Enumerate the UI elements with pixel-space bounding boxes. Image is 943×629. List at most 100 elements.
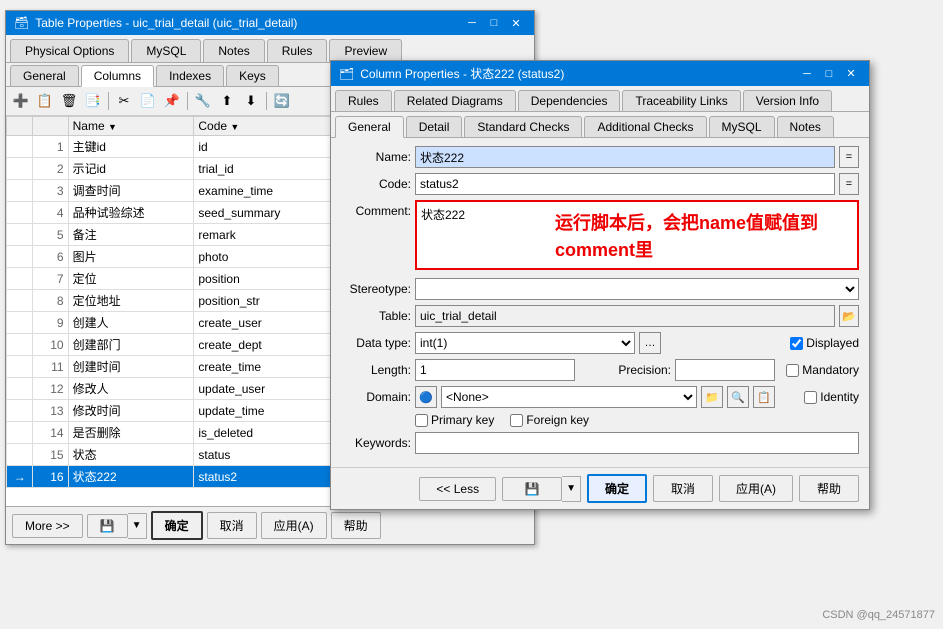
tab-preview[interactable]: Preview xyxy=(329,39,402,62)
col-header-code[interactable]: Code ▼ xyxy=(194,117,345,136)
identity-check-label[interactable]: Identity xyxy=(804,390,859,404)
foreign-key-label[interactable]: Foreign key xyxy=(510,413,589,427)
displayed-checkbox[interactable] xyxy=(790,337,803,350)
tab-mysql[interactable]: MySQL xyxy=(131,39,201,62)
domain-browse-button-1[interactable]: 📁 xyxy=(701,386,723,408)
dialog-minimize-button[interactable]: ─ xyxy=(797,66,817,82)
name-expand-button[interactable]: = xyxy=(839,146,859,168)
identity-label: Identity xyxy=(820,390,859,404)
dtab-rules[interactable]: Rules xyxy=(335,90,392,111)
dialog-close-button[interactable]: ✕ xyxy=(841,66,861,82)
dialog-help-button[interactable]: 帮助 xyxy=(799,475,859,502)
comment-input[interactable]: 状态222 xyxy=(415,200,859,270)
tab-physical-options[interactable]: Physical Options xyxy=(10,39,129,62)
tab-keys[interactable]: Keys xyxy=(226,65,279,86)
dtab-related-diagrams[interactable]: Related Diagrams xyxy=(394,90,516,111)
dialog-save-dropdown[interactable]: ▼ xyxy=(562,476,581,502)
row-name: 状态 xyxy=(68,444,194,466)
maximize-button[interactable]: □ xyxy=(484,15,504,31)
tab-rules[interactable]: Rules xyxy=(267,39,328,62)
code-row: Code: = xyxy=(341,173,859,195)
precision-input[interactable] xyxy=(675,359,775,381)
dialog-maximize-button[interactable]: □ xyxy=(819,66,839,82)
length-input[interactable] xyxy=(415,359,575,381)
help-button[interactable]: 帮助 xyxy=(331,512,381,539)
comment-area: 状态222 运行脚本后，会把name值赋值到comment里 xyxy=(415,200,859,273)
save-button[interactable]: 💾 xyxy=(87,514,128,538)
length-label: Length: xyxy=(341,363,411,377)
datatype-select[interactable]: int(1) xyxy=(415,332,635,354)
mandatory-checkbox[interactable] xyxy=(786,364,799,377)
close-button[interactable]: ✕ xyxy=(506,15,526,31)
apply-button[interactable]: 应用(A) xyxy=(261,512,327,539)
paste-button[interactable]: 📌 xyxy=(161,90,183,112)
displayed-label: Displayed xyxy=(806,336,859,350)
dtab-traceability[interactable]: Traceability Links xyxy=(622,90,740,111)
row-number: 2 xyxy=(33,158,68,180)
auto-button[interactable]: 🔄 xyxy=(271,90,293,112)
main-window-title: Table Properties - uic_trial_detail (uic… xyxy=(35,16,297,30)
row-number: 14 xyxy=(33,422,68,444)
row-code: remark xyxy=(194,224,345,246)
tab-general[interactable]: General xyxy=(10,65,79,86)
row-number: 5 xyxy=(33,224,68,246)
cut-button[interactable]: ✂ xyxy=(113,90,135,112)
dialog-confirm-button[interactable]: 确定 xyxy=(587,474,647,503)
save-dropdown-button[interactable]: ▼ xyxy=(128,513,147,539)
stereotype-select[interactable] xyxy=(415,278,859,300)
keywords-input[interactable] xyxy=(415,432,859,454)
duplicate-button[interactable]: 📑 xyxy=(82,90,104,112)
dialog-apply-button[interactable]: 应用(A) xyxy=(719,475,793,502)
dtab-version-info[interactable]: Version Info xyxy=(743,90,832,111)
more-button[interactable]: More >> xyxy=(12,514,83,538)
less-button[interactable]: << Less xyxy=(419,477,496,501)
tab-indexes[interactable]: Indexes xyxy=(156,65,224,86)
delete-row-button[interactable]: 🗑 xyxy=(58,90,80,112)
move-up-button[interactable]: ⬆ xyxy=(216,90,238,112)
dtab-notes[interactable]: Notes xyxy=(777,116,834,137)
table-row: Table: 📂 xyxy=(341,305,859,327)
properties-button[interactable]: 🔧 xyxy=(192,90,214,112)
minimize-button[interactable]: ─ xyxy=(462,15,482,31)
tab-columns[interactable]: Columns xyxy=(81,65,154,87)
domain-browse-button-2[interactable]: 🔍 xyxy=(727,386,749,408)
name-input[interactable] xyxy=(415,146,835,168)
table-browse-button[interactable]: 📂 xyxy=(839,305,859,327)
dialog-cancel-button[interactable]: 取消 xyxy=(653,475,713,502)
row-code: update_user xyxy=(194,378,345,400)
primary-key-label[interactable]: Primary key xyxy=(415,413,494,427)
dialog-save-button[interactable]: 💾 xyxy=(502,477,562,501)
mandatory-check-label[interactable]: Mandatory xyxy=(786,363,859,377)
row-number: 7 xyxy=(33,268,68,290)
foreign-key-checkbox[interactable] xyxy=(510,414,523,427)
code-expand-button[interactable]: = xyxy=(839,173,859,195)
tab-notes[interactable]: Notes xyxy=(203,39,264,62)
cancel-button[interactable]: 取消 xyxy=(207,512,257,539)
row-number: 4 xyxy=(33,202,68,224)
primary-key-checkbox[interactable] xyxy=(415,414,428,427)
add-row-button[interactable]: ➕ xyxy=(10,90,32,112)
code-input[interactable] xyxy=(415,173,835,195)
row-indicator xyxy=(7,334,33,356)
dtab-dependencies[interactable]: Dependencies xyxy=(518,90,621,111)
domain-select[interactable]: <None> xyxy=(441,386,697,408)
row-indicator xyxy=(7,158,33,180)
datatype-browse-button[interactable]: … xyxy=(639,332,661,354)
confirm-button[interactable]: 确定 xyxy=(151,511,203,540)
copy-button[interactable]: 📄 xyxy=(137,90,159,112)
dtab-mysql[interactable]: MySQL xyxy=(709,116,775,137)
domain-browse-button-3[interactable]: 📋 xyxy=(753,386,775,408)
dtab-detail[interactable]: Detail xyxy=(406,116,463,137)
dtab-additional-checks[interactable]: Additional Checks xyxy=(584,116,706,137)
row-name: 状态222 xyxy=(68,466,194,488)
identity-checkbox[interactable] xyxy=(804,391,817,404)
displayed-check-label[interactable]: Displayed xyxy=(790,336,859,350)
table-input[interactable] xyxy=(415,305,835,327)
col-header-name[interactable]: Name ▼ xyxy=(68,117,194,136)
dtab-standard-checks[interactable]: Standard Checks xyxy=(464,116,582,137)
col-header-indicator xyxy=(7,117,33,136)
move-down-button[interactable]: ⬇ xyxy=(240,90,262,112)
dtab-general[interactable]: General xyxy=(335,116,404,138)
insert-row-button[interactable]: 📋 xyxy=(34,90,56,112)
domain-icon-button[interactable]: 🔵 xyxy=(415,386,437,408)
